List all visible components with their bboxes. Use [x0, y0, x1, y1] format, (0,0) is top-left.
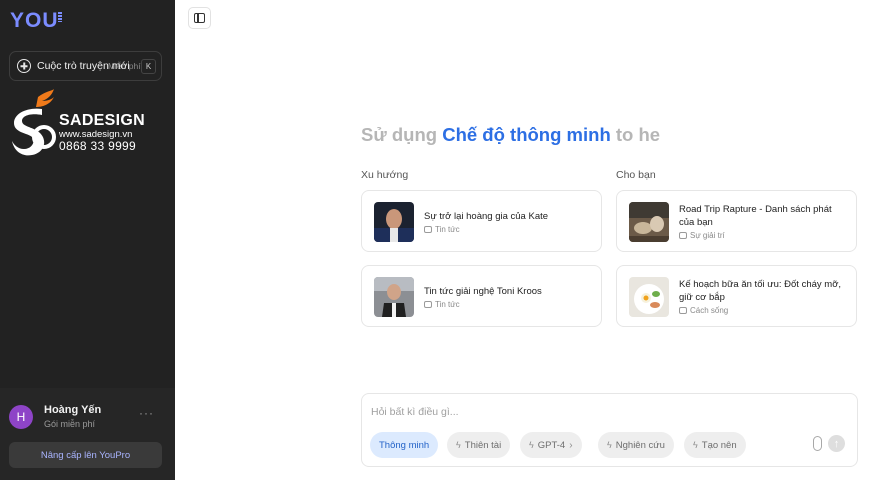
- chat-input[interactable]: Hỏi bất kì điều gì...: [371, 406, 459, 418]
- suggestion-card[interactable]: Road Trip Rapture - Danh sách phát của b…: [616, 190, 857, 252]
- card-category-label: Sự giải trí: [690, 231, 725, 240]
- send-arrow-icon: ↑: [833, 437, 840, 450]
- card-title: Kế hoạch bữa ăn tối ưu: Đốt cháy mỡ, giữ…: [679, 279, 842, 303]
- mode-chip-create[interactable]: ϟ Tạo nên: [684, 432, 746, 458]
- mode-chip-smart[interactable]: Thông minh: [370, 432, 439, 458]
- paperclip-icon[interactable]: [813, 436, 822, 451]
- card-category: Tin tức: [424, 225, 460, 234]
- mode-chip-genius[interactable]: ϟ Thiên tài: [447, 432, 511, 458]
- card-category-label: Tin tức: [435, 225, 460, 234]
- card-thumbnail: [374, 277, 414, 317]
- card-title: Road Trip Rapture - Danh sách phát của b…: [679, 204, 832, 228]
- mode-label: GPT-4: [537, 439, 566, 451]
- news-icon: [424, 301, 432, 308]
- headline-prefix: Sử dụng: [361, 124, 443, 145]
- mode-chip-research[interactable]: ϟ Nghiên cứu: [598, 432, 674, 458]
- watermark-phone: 0868 33 9999: [59, 139, 137, 153]
- chevron-right-icon: ›: [569, 439, 573, 451]
- watermark: SADESIGN www.sadesign.vn 0868 33 9999: [8, 89, 168, 161]
- page-headline: Sử dụng Chế độ thông minh to he: [361, 124, 660, 146]
- avatar[interactable]: H: [9, 405, 33, 429]
- headline-highlight: Chế độ thông minh: [442, 124, 611, 145]
- bolt-icon: ϟ: [607, 440, 612, 450]
- card-thumbnail: [629, 277, 669, 317]
- shortcut-key: K: [141, 59, 156, 74]
- headline-suffix: to he: [610, 124, 661, 145]
- card-category-label: Cách sống: [690, 306, 729, 315]
- entertainment-icon: [679, 232, 687, 239]
- upgrade-button[interactable]: Nâng cấp lên YouPro: [9, 442, 162, 468]
- card-thumbnail: [629, 202, 669, 242]
- card-title: Sự trở lại hoàng gia của Kate: [424, 211, 549, 222]
- user-area: H Hoàng Yến Gói miễn phí ··· Nâng cấp lê…: [0, 388, 175, 480]
- card-category: Cách sống: [679, 306, 728, 315]
- bolt-icon: ϟ: [529, 440, 534, 450]
- suggestion-card[interactable]: Tin tức giải nghệ Toni Kroos Tin tức: [361, 265, 602, 327]
- section-for-you-label: Cho bạn: [616, 169, 656, 181]
- logo-mark-icon: [58, 12, 62, 22]
- card-title: Tin tức giải nghệ Toni Kroos: [424, 286, 542, 297]
- section-trending-label: Xu hướng: [361, 169, 409, 181]
- more-options-icon[interactable]: ···: [139, 406, 154, 420]
- mode-label: Thông minh: [379, 439, 430, 451]
- suggestion-card[interactable]: Kế hoạch bữa ăn tối ưu: Đốt cháy mỡ, giữ…: [616, 265, 857, 327]
- user-plan: Gói miễn phí: [44, 419, 96, 429]
- mode-chip-gpt4[interactable]: ϟ GPT-4 ›: [520, 432, 582, 458]
- card-thumbnail: [374, 202, 414, 242]
- bolt-icon: ϟ: [693, 440, 698, 450]
- card-category: Sự giải trí: [679, 231, 725, 240]
- sidebar: YOU Cuộc trò truyện mới Miễn phí K SADES…: [0, 0, 175, 480]
- sidebar-toggle-button[interactable]: [188, 7, 211, 29]
- mode-label: Tạo nên: [701, 439, 737, 451]
- user-name: Hoàng Yến: [44, 404, 102, 416]
- sadesign-logo-icon: [12, 89, 56, 156]
- watermark-title: SADESIGN: [59, 112, 145, 129]
- news-icon: [424, 226, 432, 233]
- card-category-label: Tin tức: [435, 300, 460, 309]
- lifestyle-icon: [679, 307, 687, 314]
- mode-label: Thiên tài: [464, 439, 502, 451]
- card-category: Tin tức: [424, 300, 460, 309]
- chat-input-box: Hỏi bất kì điều gì... Thông minh ϟ Thiên…: [361, 393, 858, 467]
- plus-circle-icon: [17, 59, 31, 73]
- mode-label: Nghiên cứu: [615, 439, 665, 451]
- send-button[interactable]: ↑: [828, 435, 845, 452]
- bolt-icon: ϟ: [456, 440, 461, 450]
- panel-toggle-icon: [194, 13, 205, 23]
- new-chat-button[interactable]: Cuộc trò truyện mới Miễn phí K: [9, 51, 162, 81]
- suggestion-card[interactable]: Sự trở lại hoàng gia của Kate Tin tức: [361, 190, 602, 252]
- new-chat-label: Cuộc trò truyện mới: [37, 60, 130, 72]
- you-logo[interactable]: YOU: [10, 9, 59, 33]
